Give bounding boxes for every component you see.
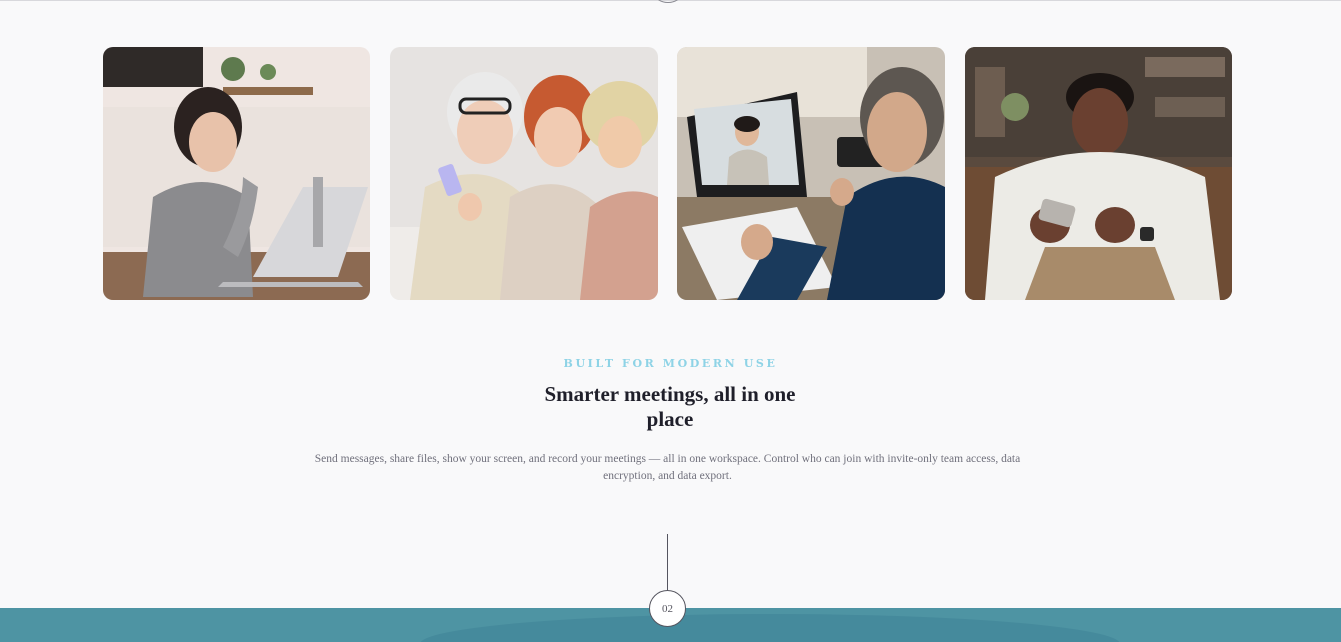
section-eyebrow: BUILT FOR MODERN USE [563,357,778,370]
section-headline: Smarter meetings, all in one place [544,382,796,431]
section-description: Send messages, share files, show your sc… [314,453,1021,482]
step-number: 02 [662,602,673,615]
photo-woman-laptop [103,47,370,300]
photo-women-phone [390,47,658,300]
band-background-shape [420,614,1120,642]
photo-man-phone [965,47,1232,300]
step-number-badge: 02 [649,590,686,627]
timeline-connector [667,534,668,592]
photo-video-call [677,47,945,300]
